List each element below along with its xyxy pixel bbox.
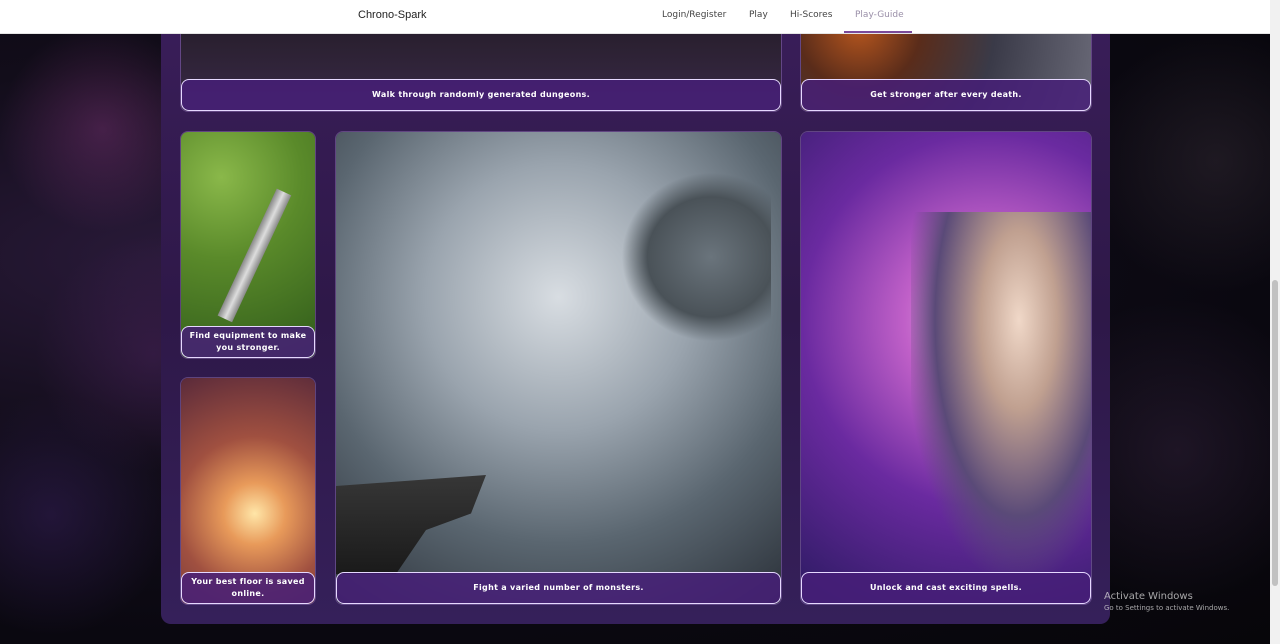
brand-logo[interactable]: Chrono-Spark [358, 9, 426, 21]
card-monsters: Fight a varied number of monsters. [335, 131, 782, 605]
guide-panel: Walk through randomly generated dungeons… [161, 0, 1110, 624]
card-caption: Unlock and cast exciting spells. [801, 572, 1091, 604]
card-saved: Your best floor is saved online. [180, 377, 316, 605]
activate-windows-watermark: Activate Windows Go to Settings to activ… [1104, 591, 1229, 612]
card-caption: Get stronger after every death. [801, 79, 1091, 111]
watermark-subtitle: Go to Settings to activate Windows. [1104, 604, 1230, 612]
nav-login-register[interactable]: Login/Register [662, 10, 726, 20]
nav-play[interactable]: Play [749, 10, 768, 20]
sword-image [181, 132, 315, 358]
navbar: Chrono-Spark Login/Register Play Hi-Scor… [0, 0, 1270, 34]
dragon-shape [621, 172, 771, 342]
forest-image [181, 378, 315, 604]
scrollbar-thumb[interactable] [1272, 280, 1278, 586]
watermark-title: Activate Windows [1104, 591, 1193, 602]
card-caption: Fight a varied number of monsters. [336, 572, 781, 604]
card-caption: Your best floor is saved online. [181, 572, 315, 604]
nav-hi-scores[interactable]: Hi-Scores [790, 10, 832, 20]
card-caption: Walk through randomly generated dungeons… [181, 79, 781, 111]
nav-active-indicator [844, 31, 912, 33]
woman-shape [911, 212, 1091, 572]
scrollbar[interactable] [1270, 0, 1280, 644]
card-equipment: Find equipment to make you stronger. [180, 131, 316, 359]
card-caption: Find equipment to make you stronger. [181, 326, 315, 358]
nav-play-guide[interactable]: Play-Guide [855, 10, 904, 20]
card-spells: Unlock and cast exciting spells. [800, 131, 1092, 605]
